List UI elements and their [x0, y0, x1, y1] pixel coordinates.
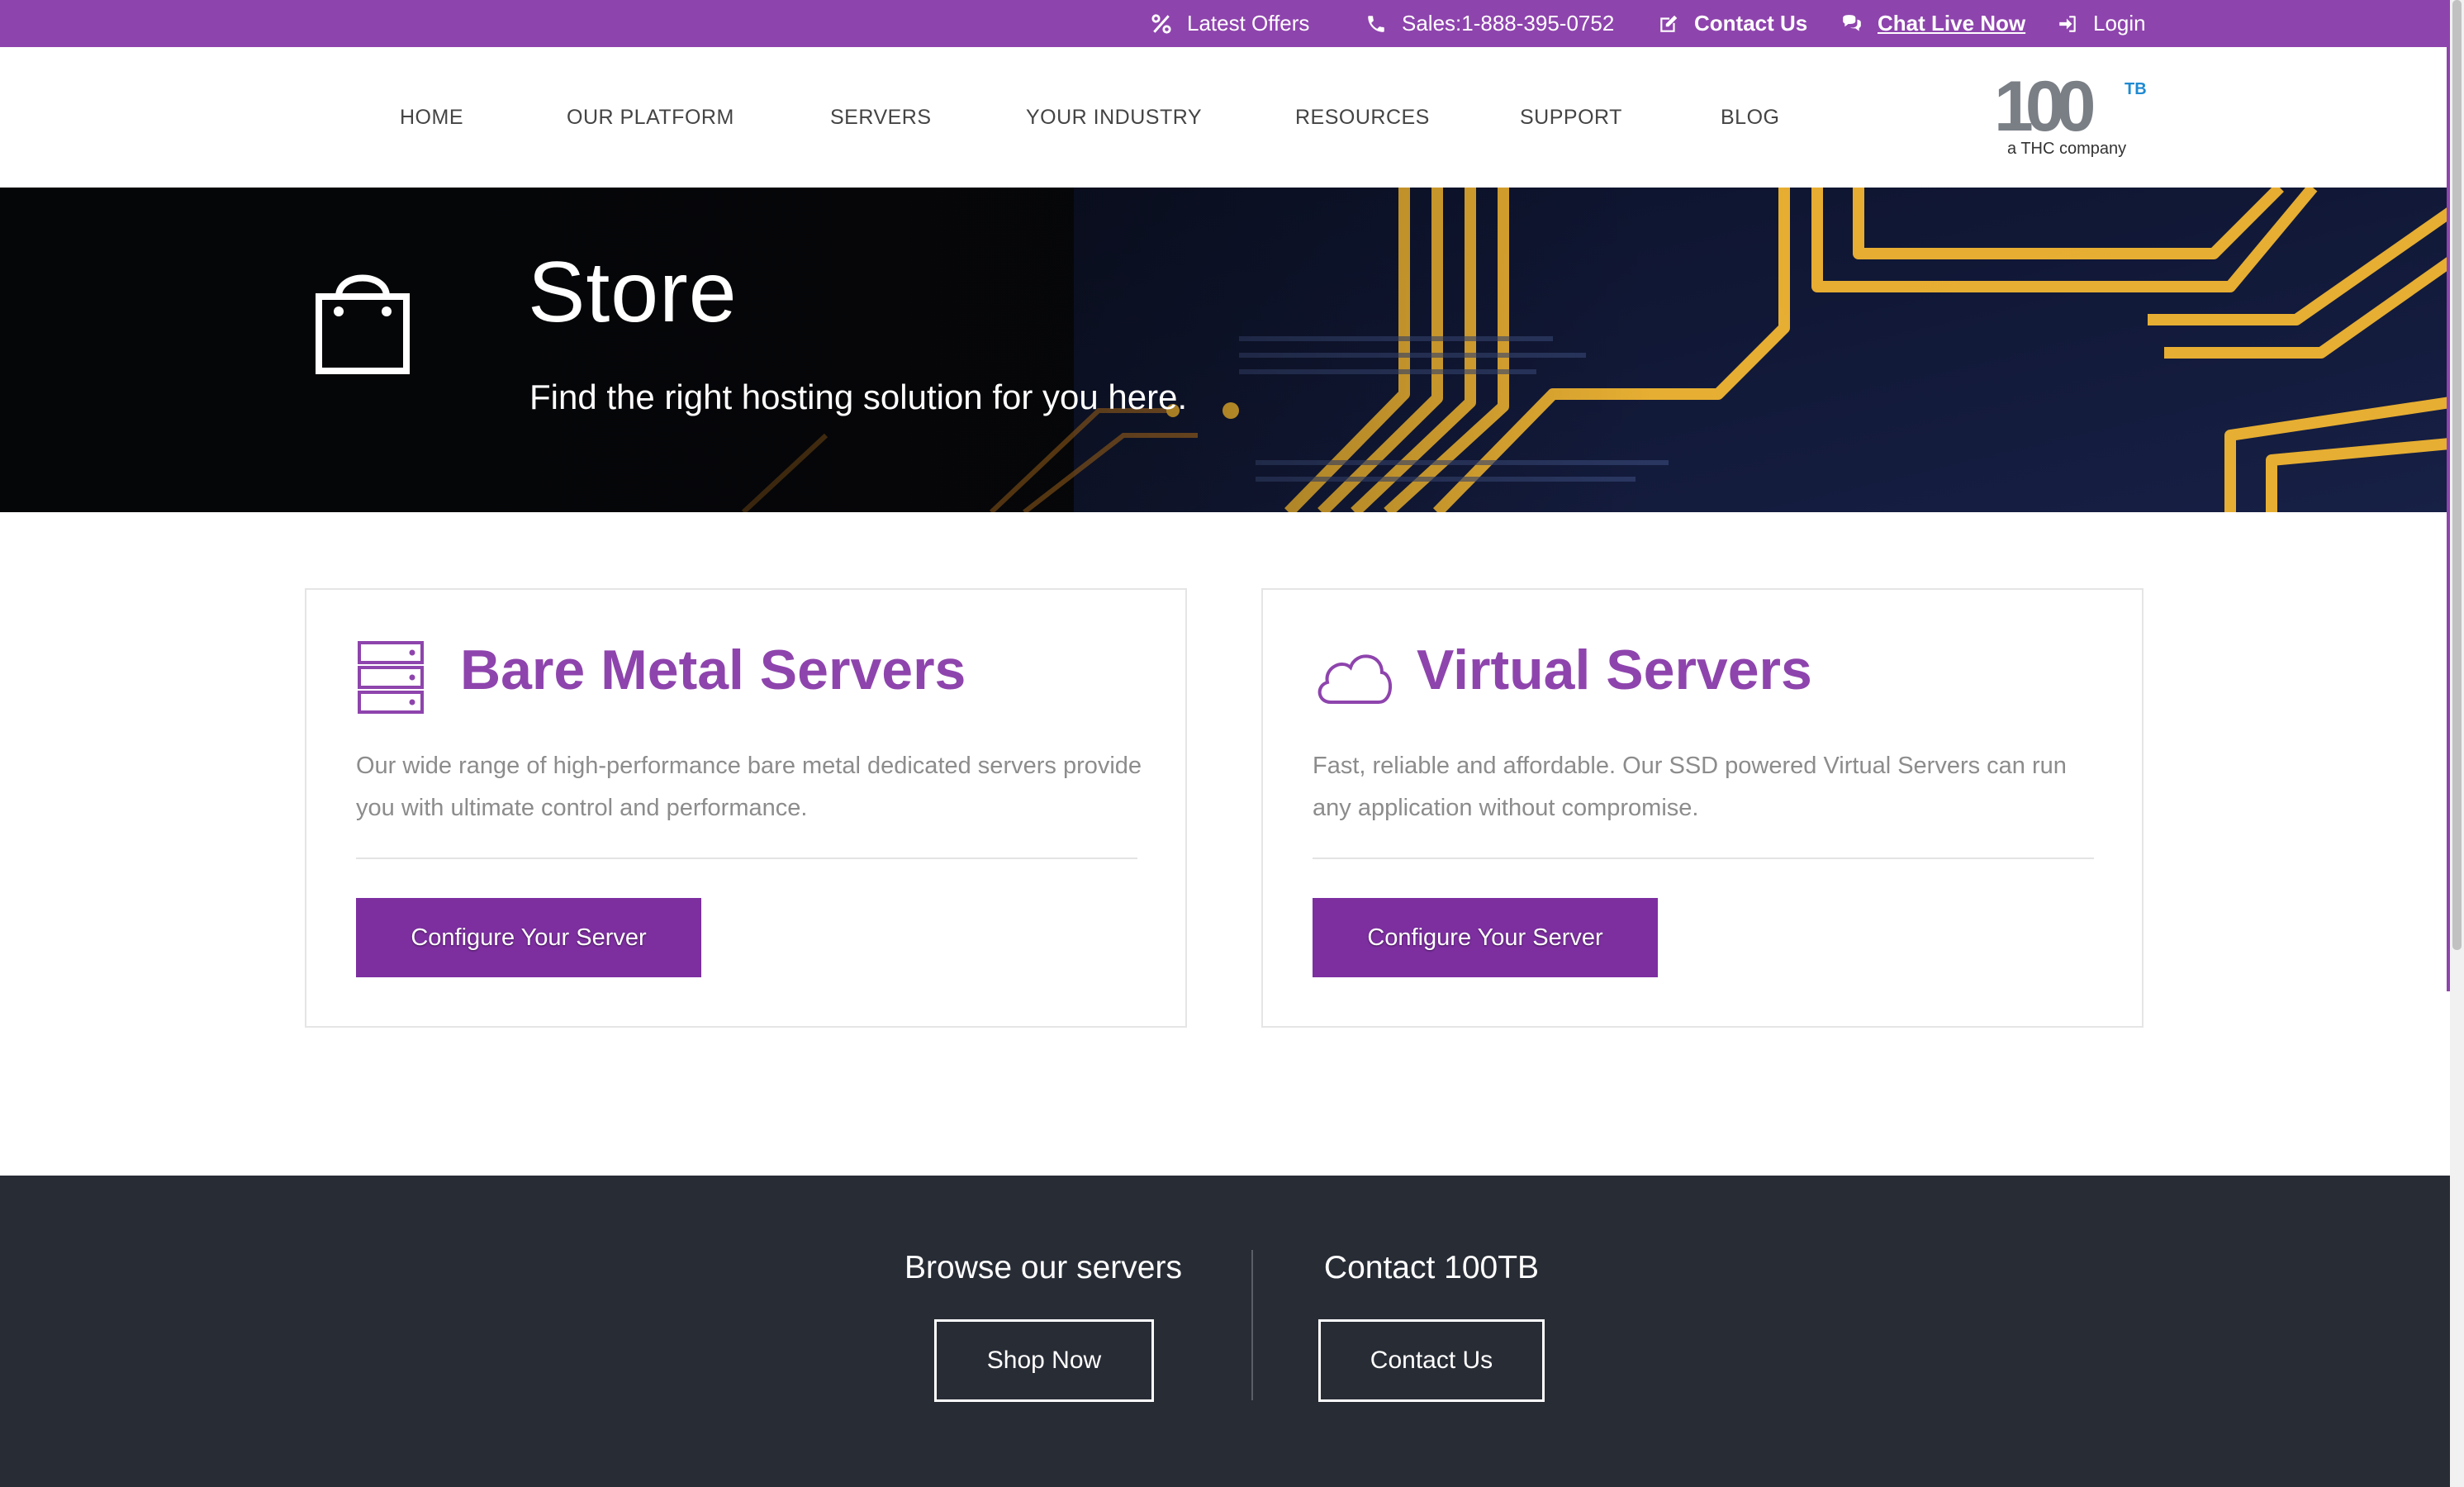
- virtual-servers-heading: Virtual Servers: [1417, 639, 1812, 701]
- bare-metal-description: Our wide range of high-performance bare …: [356, 753, 1142, 821]
- company-logo[interactable]: 100 TB a THC company: [1992, 67, 2149, 165]
- sales-phone-link[interactable]: Sales:1-888-395-0752: [1365, 0, 1614, 47]
- nav-item-servers[interactable]: SERVERS: [830, 47, 932, 188]
- login-label: Login: [2093, 11, 2146, 36]
- browse-servers-title: Browse our servers: [904, 1250, 1182, 1285]
- edit-icon: [1660, 15, 1678, 32]
- nav-item-your-industry[interactable]: YOUR INDUSTRY: [1026, 47, 1202, 188]
- cloud-icon: [1317, 654, 1393, 704]
- logo-graphic: 100 TB a THC company: [1994, 67, 2147, 158]
- contact-us-top-link[interactable]: Contact Us: [1658, 0, 1807, 47]
- vertical-scrollbar[interactable]: [2450, 0, 2464, 1487]
- contact-us-top-label: Contact Us: [1694, 11, 1808, 36]
- percent-icon: [1151, 13, 1171, 34]
- latest-offers-link[interactable]: Latest Offers: [1151, 0, 1309, 47]
- virtual-servers-description: Fast, reliable and affordable. Our SSD p…: [1313, 753, 2067, 821]
- sign-in-icon: [2059, 15, 2076, 32]
- phone-icon: [1368, 15, 1384, 32]
- card-divider: [1313, 858, 2094, 859]
- nav-item-support[interactable]: SUPPORT: [1520, 47, 1622, 188]
- server-stack-icon: [358, 641, 424, 714]
- bare-metal-configure-button[interactable]: Configure Your Server: [356, 898, 701, 977]
- bare-metal-card: Bare Metal Servers Our wide range of hig…: [305, 588, 1187, 1028]
- nav-item-blog[interactable]: BLOG: [1721, 47, 1779, 188]
- contact-title: Contact 100TB: [1323, 1250, 1540, 1285]
- shop-now-button[interactable]: Shop Now: [934, 1319, 1154, 1402]
- footer-cta: Browse our servers Shop Now Contact 100T…: [0, 1176, 2450, 1487]
- chat-live-link[interactable]: Chat Live Now: [1841, 0, 2025, 47]
- shopping-bag-icon: [316, 274, 410, 374]
- logo-superscript: TB: [2125, 80, 2147, 98]
- virtual-servers-card: Virtual Servers Fast, reliable and affor…: [1261, 588, 2144, 1028]
- sales-phone-label: Sales:1-888-395-0752: [1402, 11, 1615, 36]
- logo-main-text: 100: [1994, 74, 2094, 146]
- latest-offers-label: Latest Offers: [1187, 11, 1310, 36]
- virtual-servers-configure-button[interactable]: Configure Your Server: [1313, 898, 1658, 977]
- logo-tagline: a THC company: [2007, 140, 2126, 158]
- page-title: Store: [528, 245, 738, 340]
- nav-item-our-platform[interactable]: OUR PLATFORM: [567, 47, 734, 188]
- contact-us-button[interactable]: Contact Us: [1318, 1319, 1545, 1402]
- login-link[interactable]: Login: [2057, 0, 2146, 47]
- nav-item-resources[interactable]: RESOURCES: [1295, 47, 1430, 188]
- card-divider: [356, 858, 1137, 859]
- hero-banner: Store Find the right hosting solution fo…: [0, 188, 2450, 512]
- chat-live-label: Chat Live Now: [1878, 11, 2026, 36]
- nav-item-home[interactable]: HOME: [400, 47, 463, 188]
- footer-divider: [1251, 1250, 1253, 1400]
- bare-metal-heading: Bare Metal Servers: [460, 639, 966, 701]
- top-utility-bar: Latest Offers Sales:1-888-395-0752 Conta…: [0, 0, 2450, 47]
- chat-bubbles-icon: [1843, 14, 1861, 31]
- page-subtitle: Find the right hosting solution for you …: [529, 378, 1188, 416]
- scrollbar-thumb[interactable]: [2452, 0, 2462, 950]
